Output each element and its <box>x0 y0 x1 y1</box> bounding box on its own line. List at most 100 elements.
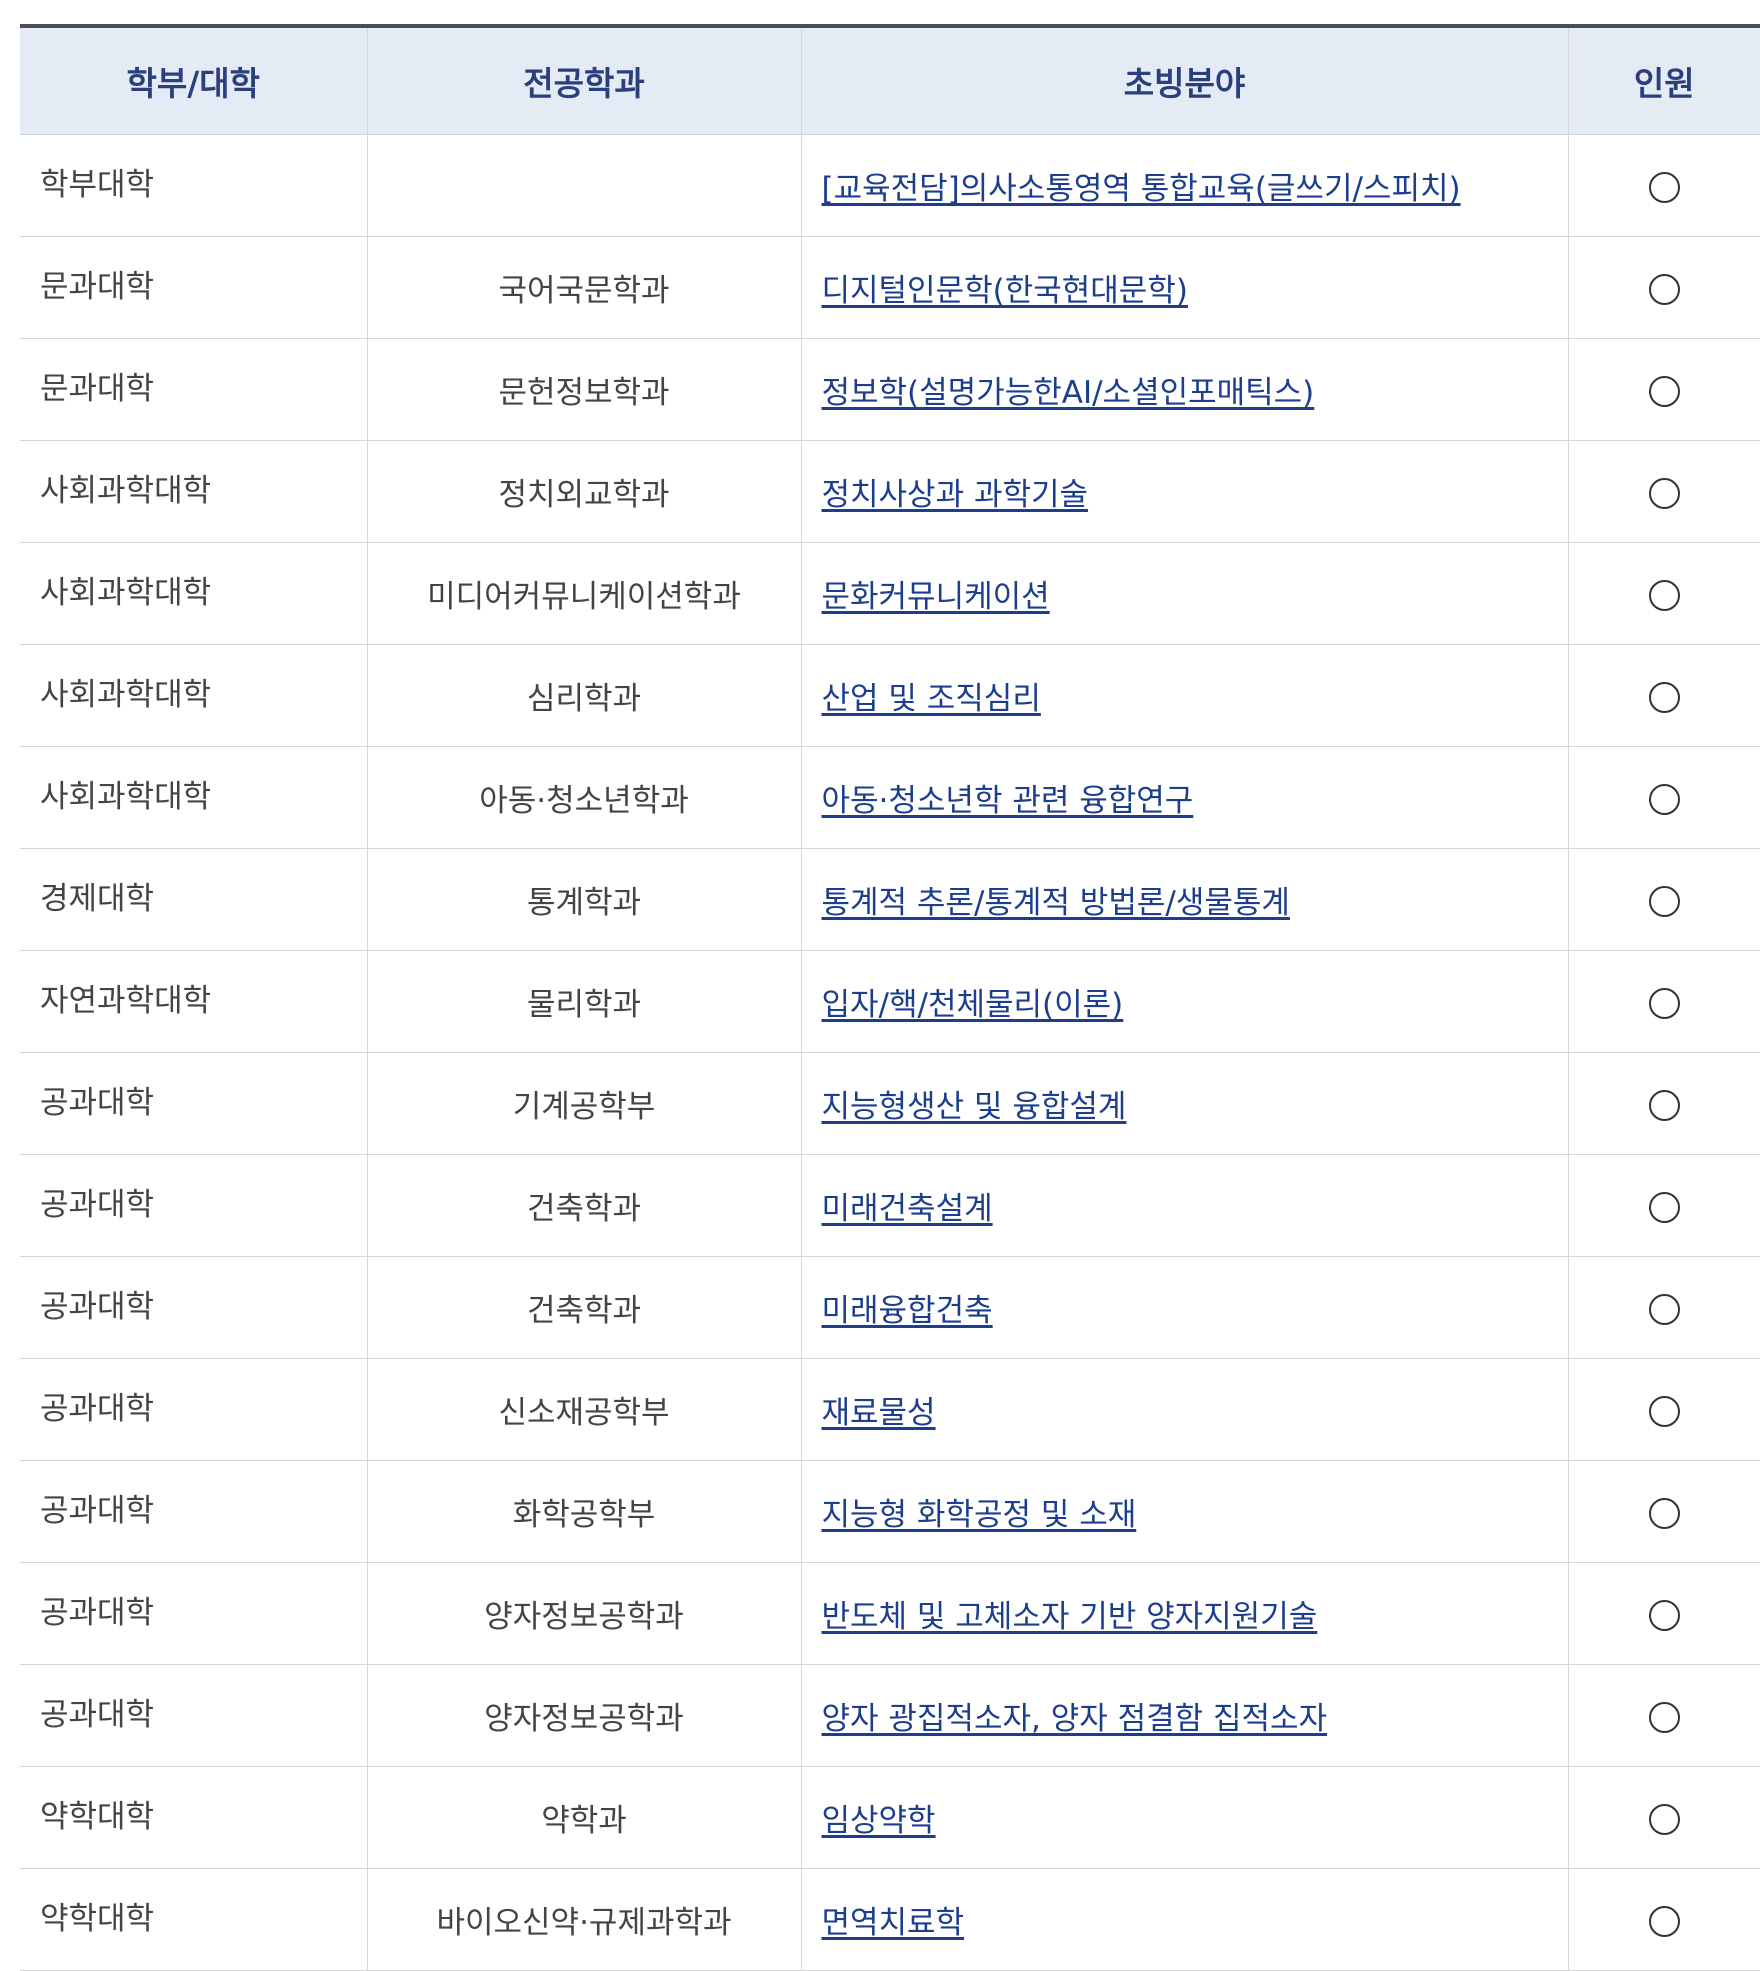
table-row: 문과대학 국어국문학과 디지털인문학(한국현대문학) <box>20 236 1760 339</box>
field-link[interactable]: [교육전담]의사소통영역 통합교육(글쓰기/스피치) <box>822 171 1461 207</box>
field-cell: 통계적 추론/통계적 방법론/생물통계 <box>800 848 1568 951</box>
field-link[interactable]: 반도체 및 고체소자 기반 양자지원기술 <box>822 1599 1318 1635</box>
college-cell: 약학대학 <box>20 1868 367 1971</box>
field-link[interactable]: 정치사상과 과학기술 <box>822 477 1089 513</box>
count-cell <box>1567 1052 1760 1155</box>
department-cell: 정치외교학과 <box>366 440 801 543</box>
table-header-row: 학부/대학 전공학과 초빙분야 인원 <box>20 26 1760 135</box>
field-cell: 양자 광집적소자, 양자 점결함 집적소자 <box>800 1664 1568 1767</box>
field-cell: 문화커뮤니케이션 <box>800 542 1568 645</box>
table-row: 약학대학 바이오신약·규제과학과 면역치료학 <box>20 1868 1760 1971</box>
field-link[interactable]: 정보학(설명가능한AI/소셜인포매틱스) <box>822 375 1315 411</box>
count-cell <box>1567 542 1760 645</box>
college-cell: 공과대학 <box>20 1256 367 1359</box>
college-cell: 경제대학 <box>20 848 367 951</box>
field-link[interactable]: 미래융합건축 <box>822 1293 993 1329</box>
department-cell: 화학공학부 <box>366 1460 801 1563</box>
field-link[interactable]: 재료물성 <box>822 1395 936 1431</box>
count-cell <box>1567 848 1760 951</box>
field-cell: 지능형 화학공정 및 소재 <box>800 1460 1568 1563</box>
department-cell: 미디어커뮤니케이션학과 <box>366 542 801 645</box>
college-cell: 공과대학 <box>20 1664 367 1767</box>
circle-icon <box>1648 1191 1680 1223</box>
department-cell: 약학과 <box>366 1766 801 1869</box>
college-cell: 사회과학대학 <box>20 440 367 543</box>
field-link[interactable]: 양자 광집적소자, 양자 점결함 집적소자 <box>822 1701 1328 1737</box>
table-row: 사회과학대학 미디어커뮤니케이션학과 문화커뮤니케이션 <box>20 542 1760 645</box>
field-link[interactable]: 통계적 추론/통계적 방법론/생물통계 <box>822 885 1290 921</box>
field-cell: 정치사상과 과학기술 <box>800 440 1568 543</box>
department-cell: 바이오신약·규제과학과 <box>366 1868 801 1971</box>
table-row: 자연과학대학 물리학과 입자/핵/천체물리(이론) <box>20 950 1760 1053</box>
recruitment-table-container: 학부/대학 전공학과 초빙분야 인원 학부대학 [교육전담]의사소통영역 통합교… <box>20 24 1760 1971</box>
circle-icon <box>1648 987 1680 1019</box>
count-cell <box>1567 644 1760 747</box>
field-cell: 지능형생산 및 융합설계 <box>800 1052 1568 1155</box>
count-cell <box>1567 1154 1760 1257</box>
count-cell <box>1567 1664 1760 1767</box>
count-cell <box>1567 236 1760 339</box>
table-row: 공과대학 건축학과 미래융합건축 <box>20 1256 1760 1359</box>
field-link[interactable]: 지능형생산 및 융합설계 <box>822 1089 1127 1125</box>
field-cell: 산업 및 조직심리 <box>800 644 1568 747</box>
circle-icon <box>1648 1497 1680 1529</box>
college-cell: 사회과학대학 <box>20 644 367 747</box>
field-link[interactable]: 지능형 화학공정 및 소재 <box>822 1497 1137 1533</box>
field-link[interactable]: 문화커뮤니케이션 <box>822 579 1050 615</box>
circle-icon <box>1648 681 1680 713</box>
department-cell: 양자정보공학과 <box>366 1562 801 1665</box>
header-college: 학부/대학 <box>20 26 367 135</box>
department-cell: 문헌정보학과 <box>366 338 801 441</box>
college-cell: 공과대학 <box>20 1460 367 1563</box>
table-row: 학부대학 [교육전담]의사소통영역 통합교육(글쓰기/스피치) <box>20 134 1760 237</box>
field-cell: 재료물성 <box>800 1358 1568 1461</box>
department-cell: 건축학과 <box>366 1256 801 1359</box>
field-link[interactable]: 입자/핵/천체물리(이론) <box>822 987 1124 1023</box>
table-row: 공과대학 건축학과 미래건축설계 <box>20 1154 1760 1257</box>
field-cell: [교육전담]의사소통영역 통합교육(글쓰기/스피치) <box>800 134 1568 237</box>
field-cell: 미래건축설계 <box>800 1154 1568 1257</box>
count-cell <box>1567 1460 1760 1563</box>
count-cell <box>1567 1256 1760 1359</box>
college-cell: 약학대학 <box>20 1766 367 1869</box>
table-row: 공과대학 양자정보공학과 양자 광집적소자, 양자 점결함 집적소자 <box>20 1664 1760 1767</box>
table-row: 사회과학대학 아동·청소년학과 아동·청소년학 관련 융합연구 <box>20 746 1760 849</box>
department-cell: 신소재공학부 <box>366 1358 801 1461</box>
table-row: 경제대학 통계학과 통계적 추론/통계적 방법론/생물통계 <box>20 848 1760 951</box>
field-link[interactable]: 산업 및 조직심리 <box>822 681 1041 717</box>
field-cell: 정보학(설명가능한AI/소셜인포매틱스) <box>800 338 1568 441</box>
count-cell <box>1567 338 1760 441</box>
field-cell: 입자/핵/천체물리(이론) <box>800 950 1568 1053</box>
circle-icon <box>1648 783 1680 815</box>
count-cell <box>1567 440 1760 543</box>
table-row: 약학대학 약학과 임상약학 <box>20 1766 1760 1869</box>
field-cell: 면역치료학 <box>800 1868 1568 1971</box>
field-cell: 임상약학 <box>800 1766 1568 1869</box>
count-cell <box>1567 1766 1760 1869</box>
field-link[interactable]: 미래건축설계 <box>822 1191 993 1227</box>
field-cell: 디지털인문학(한국현대문학) <box>800 236 1568 339</box>
header-count: 인원 <box>1567 26 1760 135</box>
field-link[interactable]: 면역치료학 <box>822 1905 965 1941</box>
header-department: 전공학과 <box>366 26 801 135</box>
circle-icon <box>1648 171 1680 203</box>
circle-icon <box>1648 579 1680 611</box>
table-row: 문과대학 문헌정보학과 정보학(설명가능한AI/소셜인포매틱스) <box>20 338 1760 441</box>
count-cell <box>1567 1562 1760 1665</box>
field-cell: 미래융합건축 <box>800 1256 1568 1359</box>
department-cell: 건축학과 <box>366 1154 801 1257</box>
count-cell <box>1567 746 1760 849</box>
department-cell: 아동·청소년학과 <box>366 746 801 849</box>
table-row: 공과대학 신소재공학부 재료물성 <box>20 1358 1760 1461</box>
table-row: 사회과학대학 심리학과 산업 및 조직심리 <box>20 644 1760 747</box>
college-cell: 학부대학 <box>20 134 367 237</box>
field-link[interactable]: 임상약학 <box>822 1803 936 1839</box>
college-cell: 공과대학 <box>20 1562 367 1665</box>
field-link[interactable]: 디지털인문학(한국현대문학) <box>822 273 1188 309</box>
field-link[interactable]: 아동·청소년학 관련 융합연구 <box>822 783 1194 819</box>
header-field: 초빙분야 <box>800 26 1568 135</box>
field-cell: 아동·청소년학 관련 융합연구 <box>800 746 1568 849</box>
recruitment-table: 학부/대학 전공학과 초빙분야 인원 학부대학 [교육전담]의사소통영역 통합교… <box>20 24 1760 1971</box>
circle-icon <box>1648 1803 1680 1835</box>
table-row: 사회과학대학 정치외교학과 정치사상과 과학기술 <box>20 440 1760 543</box>
